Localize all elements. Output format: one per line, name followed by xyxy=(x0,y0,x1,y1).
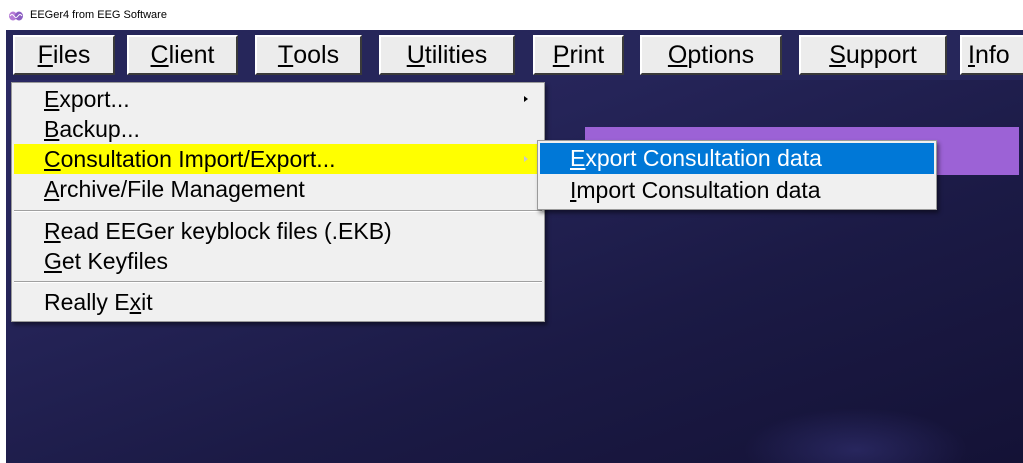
menu-client-label: lient xyxy=(168,40,215,69)
menu-item-archive-mnemonic: A xyxy=(44,175,60,202)
menu-support-label: upport xyxy=(845,40,917,69)
menu-files-label: iles xyxy=(52,40,91,69)
submenu-item-import-label: mport Consultation data xyxy=(576,177,821,203)
menu-item-really-exit-label-start: Really E xyxy=(44,288,130,315)
submenu-item-export-consultation[interactable]: Export Consultation data xyxy=(540,143,934,174)
menu-item-read-keyblock-mnemonic: R xyxy=(44,217,61,244)
submenu-item-export-mnemonic: E xyxy=(570,145,586,171)
menu-utilities-mnemonic: U xyxy=(406,40,425,69)
menu-item-export-mnemonic: E xyxy=(44,85,60,112)
menu-item-get-keyfiles-label: et Keyfiles xyxy=(61,247,168,274)
menu-item-really-exit-label-end: it xyxy=(141,288,153,315)
submenu-arrow-icon xyxy=(524,96,528,102)
menu-item-read-keyblock[interactable]: Read EEGer keyblock files (.EKB) xyxy=(14,216,542,246)
menu-item-export[interactable]: Export... xyxy=(14,84,542,114)
menu-item-archive-label: rchive/File Management xyxy=(59,175,305,202)
menu-item-consultation[interactable]: Consultation Import/Export... xyxy=(14,144,542,174)
menu-item-really-exit[interactable]: Really Ex it xyxy=(14,287,542,317)
menu-print-mnemonic: P xyxy=(552,40,570,69)
menu-item-backup-label: ackup... xyxy=(59,115,140,142)
menu-item-backup-mnemonic: B xyxy=(44,115,60,142)
submenu-item-export-label: xport Consultation data xyxy=(585,145,822,171)
menu-item-get-keyfiles[interactable]: Get Keyfiles xyxy=(14,246,542,276)
menu-support-mnemonic: S xyxy=(829,40,846,69)
menu-item-archive[interactable]: Archive/File Management xyxy=(14,174,542,204)
menu-options-label: ptions xyxy=(687,40,755,69)
menu-info-label: nfo xyxy=(974,40,1010,69)
menu-client-mnemonic: C xyxy=(150,40,169,69)
menu-item-consultation-label: onsultation Import/Export... xyxy=(60,145,336,172)
menu-client[interactable]: Client xyxy=(127,35,238,75)
menu-options[interactable]: Options xyxy=(640,35,782,75)
submenu-arrow-icon xyxy=(524,156,528,162)
menu-tools-label: ools xyxy=(293,40,340,69)
menu-utilities-label: tilities xyxy=(424,40,488,69)
consultation-submenu: Export Consultation data Import Consulta… xyxy=(537,140,937,210)
menu-separator xyxy=(14,281,542,283)
menu-item-read-keyblock-label: ead EEGer keyblock files (.EKB) xyxy=(60,217,392,244)
menu-item-really-exit-mnemonic: x xyxy=(129,288,142,315)
menu-tools[interactable]: Tools xyxy=(255,35,362,75)
menu-files[interactable]: Files xyxy=(13,35,115,75)
menu-item-backup[interactable]: Backup... xyxy=(14,114,542,144)
menu-separator xyxy=(14,210,542,212)
menu-item-get-keyfiles-mnemonic: G xyxy=(44,247,62,274)
menu-bar: Files Client Tools Utilities Print Optio… xyxy=(6,30,1023,80)
menu-tools-mnemonic: T xyxy=(277,40,294,69)
menu-print[interactable]: Print xyxy=(533,35,624,75)
menu-support[interactable]: Support xyxy=(799,35,947,75)
menu-options-mnemonic: O xyxy=(667,40,688,69)
menu-info-mnemonic: I xyxy=(968,40,975,69)
menu-files-mnemonic: F xyxy=(37,40,53,69)
files-dropdown-menu: Export... Backup... Consultation Import/… xyxy=(11,82,545,322)
menu-print-label: rint xyxy=(569,40,605,69)
menu-item-consultation-mnemonic: C xyxy=(44,145,61,172)
window-title: EEGer4 from EEG Software xyxy=(30,9,167,21)
menu-info[interactable]: Info xyxy=(960,35,1023,75)
brain-waves-icon xyxy=(8,9,24,21)
title-bar: EEGer4 from EEG Software xyxy=(0,0,1023,30)
submenu-item-import-consultation[interactable]: Import Consultation data xyxy=(540,175,934,206)
menu-item-export-label: xport... xyxy=(59,85,130,112)
menu-utilities[interactable]: Utilities xyxy=(379,35,515,75)
